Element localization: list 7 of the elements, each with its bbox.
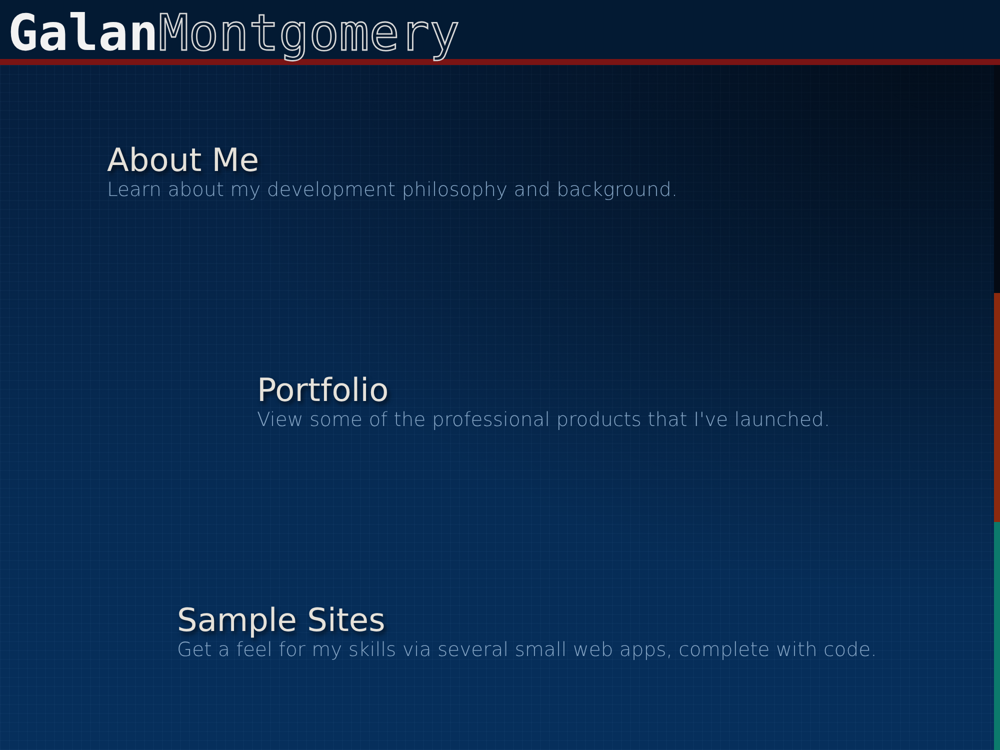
section-description: View some of the professional products that I've launched. <box>257 408 830 432</box>
section-description: Get a feel for my skills via several small web apps, complete with code. <box>177 638 877 662</box>
section-link[interactable]: Portfolio <box>257 372 389 408</box>
section-link[interactable]: About Me <box>107 142 260 178</box>
section-link[interactable]: Sample Sites <box>177 602 386 638</box>
logo-first-name: Galan <box>8 8 159 58</box>
section-description: Learn about my development philosophy and background. <box>107 178 678 202</box>
